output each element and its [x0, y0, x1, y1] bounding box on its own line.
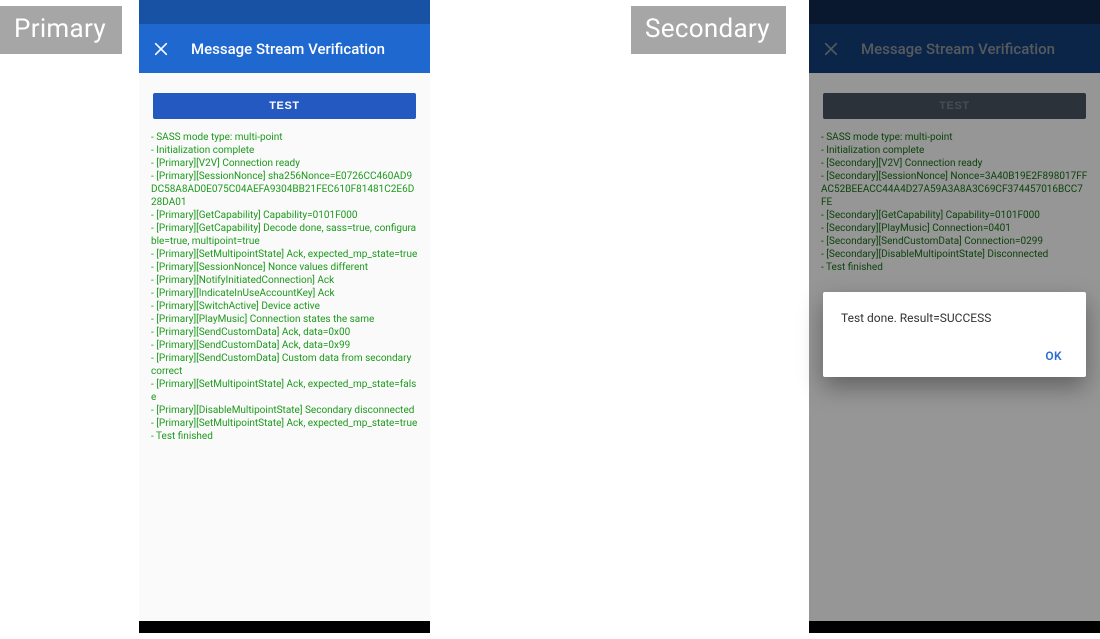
result-dialog: Test done. Result=SUCCESS OK	[823, 292, 1086, 377]
log-line: - [Secondary][V2V] Connection ready	[821, 157, 1088, 170]
app-bar: Message Stream Verification	[139, 24, 430, 73]
status-bar	[809, 0, 1100, 24]
app-bar-title: Message Stream Verification	[861, 40, 1055, 58]
log-line: - [Primary][SetMultipointState] Ack, exp…	[151, 417, 418, 430]
status-bar	[139, 0, 430, 24]
nav-bar	[139, 621, 430, 633]
primary-phone: Message Stream Verification TEST - SASS …	[139, 0, 430, 633]
log-line: - SASS mode type: multi-point	[151, 131, 418, 144]
dialog-message: Test done. Result=SUCCESS	[841, 311, 1068, 325]
primary-label: Primary	[0, 6, 122, 54]
log-line: - [Primary][SendCustomData] Ack, data=0x…	[151, 326, 418, 339]
log-line: - Initialization complete	[821, 144, 1088, 157]
log-line: - [Primary][IndicateInUseAccountKey] Ack	[151, 287, 418, 300]
log-line: - [Primary][SetMultipointState] Ack, exp…	[151, 378, 418, 404]
log-line: - [Primary][NotifyInitiatedConnection] A…	[151, 274, 418, 287]
log-line: - Test finished	[821, 261, 1088, 274]
log-line: - Initialization complete	[151, 144, 418, 157]
test-button[interactable]: TEST	[823, 93, 1086, 119]
log-line: - [Secondary][GetCapability] Capability=…	[821, 209, 1088, 222]
log-line: - [Primary][SessionNonce] Nonce values d…	[151, 261, 418, 274]
app-bar-title: Message Stream Verification	[191, 40, 385, 58]
log-line: - [Secondary][SessionNonce] Nonce=3A40B1…	[821, 170, 1088, 209]
close-icon[interactable]	[153, 41, 169, 57]
log-line: - [Secondary][PlayMusic] Connection=0401	[821, 222, 1088, 235]
log-line: - [Primary][GetCapability] Capability=01…	[151, 209, 418, 222]
log-output: - SASS mode type: multi-point - Initiali…	[819, 131, 1090, 274]
log-output: - SASS mode type: multi-point - Initiali…	[149, 131, 420, 443]
log-line: - Test finished	[151, 430, 418, 443]
app-bar: Message Stream Verification	[809, 24, 1100, 73]
log-line: - [Secondary][DisableMultipointState] Di…	[821, 248, 1088, 261]
log-line: - [Primary][GetCapability] Decode done, …	[151, 222, 418, 248]
secondary-phone: Message Stream Verification TEST - SASS …	[809, 0, 1100, 633]
log-line: - SASS mode type: multi-point	[821, 131, 1088, 144]
log-line: - [Primary][SendCustomData] Ack, data=0x…	[151, 339, 418, 352]
nav-bar	[809, 621, 1100, 633]
log-line: - [Primary][SetMultipointState] Ack, exp…	[151, 248, 418, 261]
log-line: - [Primary][PlayMusic] Connection states…	[151, 313, 418, 326]
ok-button[interactable]: OK	[1039, 343, 1068, 367]
log-line: - [Secondary][SendCustomData] Connection…	[821, 235, 1088, 248]
dialog-actions: OK	[841, 343, 1068, 367]
log-line: - [Primary][SendCustomData] Custom data …	[151, 352, 418, 378]
log-line: - [Primary][SessionNonce] sha256Nonce=E0…	[151, 170, 418, 209]
log-line: - [Primary][DisableMultipointState] Seco…	[151, 404, 418, 417]
log-line: - [Primary][SwitchActive] Device active	[151, 300, 418, 313]
secondary-label: Secondary	[631, 6, 786, 54]
close-icon[interactable]	[823, 41, 839, 57]
test-button[interactable]: TEST	[153, 93, 416, 119]
content-area: TEST - SASS mode type: multi-point - Ini…	[139, 73, 430, 621]
log-line: - [Primary][V2V] Connection ready	[151, 157, 418, 170]
